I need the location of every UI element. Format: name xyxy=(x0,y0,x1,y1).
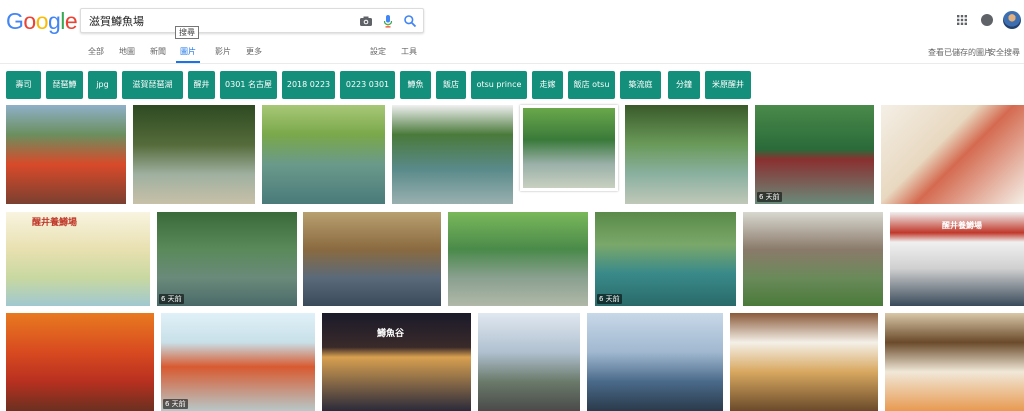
saved-images-link[interactable]: 查看已儲存的圖片 xyxy=(928,47,992,58)
settings-link[interactable]: 設定 xyxy=(370,47,386,63)
image-thumbnail[interactable] xyxy=(262,105,385,204)
image-thumbnail[interactable] xyxy=(587,313,723,411)
image-thumbnail[interactable]: 6 天前 xyxy=(157,212,297,306)
image-thumbnail[interactable] xyxy=(730,313,878,411)
image-thumbnail[interactable]: 6 天前 xyxy=(595,212,736,306)
logo-letter: g xyxy=(47,8,61,34)
tools-link[interactable]: 工具 xyxy=(401,47,417,63)
apps-grid-icon[interactable] xyxy=(957,15,967,25)
chip[interactable]: 2018 0223 xyxy=(282,71,335,99)
chip[interactable]: 琵琶鱒 xyxy=(46,71,83,99)
image-thumbnail[interactable] xyxy=(303,212,441,306)
logo-letter: o xyxy=(23,8,36,34)
time-badge: 6 天前 xyxy=(757,192,782,202)
image-thumbnail[interactable]: 6 天前 xyxy=(161,313,315,411)
safesearch-link[interactable]: 安全搜尋 xyxy=(988,47,1020,58)
chip[interactable]: 0223 0301 xyxy=(340,71,395,99)
image-thumbnail[interactable]: 醒井養鱒場 xyxy=(6,212,150,306)
chip[interactable]: 飯店 otsu xyxy=(568,71,615,99)
image-thumbnail[interactable] xyxy=(885,313,1024,411)
notifications-icon[interactable] xyxy=(981,14,993,26)
chip[interactable]: 壽司 xyxy=(6,71,41,99)
search-input[interactable] xyxy=(89,12,349,30)
chip[interactable]: 築流庭 xyxy=(620,71,661,99)
sign-text: 鱒魚谷 xyxy=(377,329,405,339)
tab-images[interactable]: 圖片 xyxy=(176,47,200,63)
image-thumbnail[interactable] xyxy=(625,105,748,204)
logo-letter: o xyxy=(35,8,49,34)
image-thumbnail[interactable]: 鱒魚谷 xyxy=(322,313,471,411)
map-title: 醒井養鱒場 xyxy=(32,218,78,228)
tab-videos[interactable]: 影片 xyxy=(215,47,231,63)
image-thumbnail[interactable]: 6 天前 xyxy=(755,105,874,204)
chip[interactable]: otsu prince xyxy=(471,71,527,99)
image-thumbnail[interactable] xyxy=(133,105,255,204)
time-badge: 6 天前 xyxy=(163,399,188,409)
search-icon[interactable] xyxy=(403,14,417,28)
chip[interactable]: 走嫁 xyxy=(532,71,563,99)
image-thumbnail[interactable] xyxy=(520,105,618,191)
time-badge: 6 天前 xyxy=(597,294,622,304)
image-thumbnail[interactable] xyxy=(478,313,580,411)
google-logo[interactable]: Google xyxy=(6,8,78,34)
chip[interactable]: 滋賀琵琶湖 xyxy=(122,71,183,99)
search-tooltip: 搜尋 xyxy=(175,26,199,39)
top-bar: Google 搜尋 xyxy=(0,0,1024,44)
tab-news[interactable]: 新聞 xyxy=(150,47,166,63)
avatar[interactable] xyxy=(1003,11,1021,29)
sign-text: 醒井養鱒場 xyxy=(942,221,982,230)
image-thumbnail[interactable] xyxy=(448,212,588,306)
image-thumbnail[interactable] xyxy=(6,105,126,204)
tab-maps[interactable]: 地圖 xyxy=(119,47,135,63)
microphone-icon[interactable] xyxy=(381,14,395,28)
nav-bar: 全部 地圖 新聞 圖片 影片 更多 設定 工具 查看已儲存的圖片 安全搜尋 xyxy=(0,44,1024,64)
time-badge: 6 天前 xyxy=(159,294,184,304)
chip[interactable]: 米原醒井 xyxy=(705,71,751,99)
image-thumbnail[interactable] xyxy=(743,212,883,306)
search-box xyxy=(80,8,424,33)
image-thumbnail[interactable] xyxy=(6,313,154,411)
logo-letter: G xyxy=(6,8,24,34)
tab-all[interactable]: 全部 xyxy=(88,47,104,63)
image-thumbnail[interactable] xyxy=(392,105,513,204)
chip[interactable]: 飯店 xyxy=(436,71,466,99)
tab-more[interactable]: 更多 xyxy=(246,47,262,63)
logo-letter: e xyxy=(64,8,78,34)
image-thumbnail[interactable] xyxy=(881,105,1024,204)
chip[interactable]: 鱒魚 xyxy=(400,71,431,99)
chip[interactable]: 0301 名古屋 xyxy=(220,71,277,99)
camera-icon[interactable] xyxy=(359,14,373,28)
chip[interactable]: 醒井 xyxy=(188,71,215,99)
image-thumbnail[interactable]: 醒井養鱒場 xyxy=(890,212,1024,306)
chip[interactable]: 分鐘 xyxy=(668,71,700,99)
chip[interactable]: jpg xyxy=(88,71,117,99)
